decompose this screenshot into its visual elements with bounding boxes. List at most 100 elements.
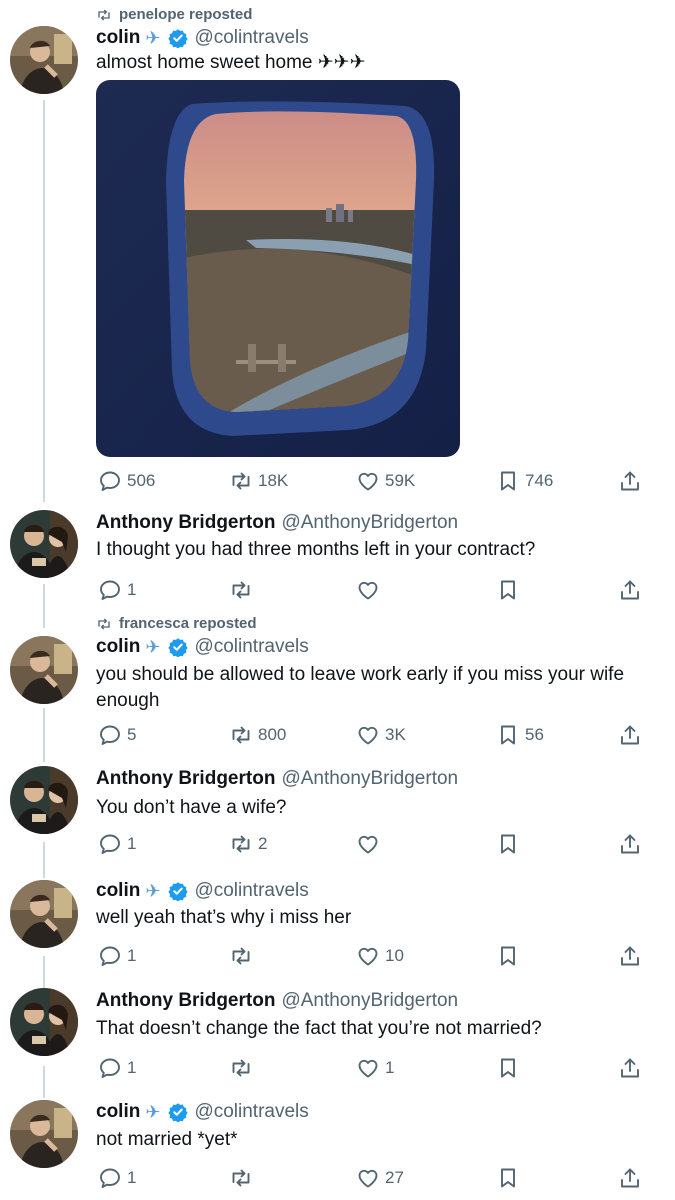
bookmark-button[interactable] bbox=[496, 577, 520, 603]
avatar[interactable] bbox=[10, 880, 78, 948]
post-text: you should be allowed to leave work earl… bbox=[96, 664, 625, 711]
share-button[interactable] bbox=[618, 577, 642, 603]
post[interactable]: francesca reposted colin ✈ @colintravels… bbox=[0, 612, 675, 762]
reply-button[interactable]: 5 bbox=[98, 722, 136, 748]
post[interactable]: colin ✈ @colintravels well yeah that’s w… bbox=[0, 876, 675, 988]
author-handle[interactable]: @colintravels bbox=[194, 1101, 308, 1123]
author-handle[interactable]: @AnthonyBridgerton bbox=[281, 512, 458, 534]
share-icon bbox=[618, 578, 642, 602]
like-count: 27 bbox=[385, 1168, 404, 1187]
reply-icon bbox=[98, 723, 122, 747]
author-name[interactable]: colin bbox=[96, 880, 140, 902]
like-button[interactable]: 59K bbox=[356, 468, 415, 494]
retweet-count: 800 bbox=[258, 725, 287, 744]
like-icon bbox=[356, 723, 380, 747]
bookmark-button[interactable] bbox=[496, 831, 520, 857]
share-button[interactable] bbox=[618, 468, 642, 494]
post[interactable]: colin ✈ @colintravels not married *yet* … bbox=[0, 1098, 675, 1200]
share-icon bbox=[618, 723, 642, 747]
retweet-button[interactable] bbox=[229, 577, 253, 603]
author-handle[interactable]: @colintravels bbox=[194, 636, 308, 658]
bookmark-icon bbox=[496, 578, 520, 602]
avatar[interactable] bbox=[10, 510, 78, 578]
like-icon bbox=[356, 1166, 380, 1190]
bookmark-button[interactable] bbox=[496, 1055, 520, 1081]
reply-count: 5 bbox=[127, 725, 137, 744]
retweet-button[interactable]: 18K bbox=[229, 468, 288, 494]
like-button[interactable] bbox=[356, 577, 380, 603]
post[interactable]: Anthony Bridgerton @AnthonyBridgerton I … bbox=[0, 502, 675, 612]
reply-button[interactable]: 1 bbox=[98, 943, 136, 969]
reply-icon bbox=[98, 469, 122, 493]
post[interactable]: Anthony Bridgerton @AnthonyBridgerton Yo… bbox=[0, 762, 675, 876]
repost-label: francesca reposted bbox=[119, 615, 257, 632]
verified-badge-icon bbox=[168, 1102, 188, 1122]
avatar[interactable] bbox=[10, 1100, 78, 1168]
author-handle[interactable]: @colintravels bbox=[194, 27, 308, 49]
retweet-button[interactable] bbox=[229, 1055, 253, 1081]
reply-count: 506 bbox=[127, 471, 156, 490]
reply-icon bbox=[98, 578, 122, 602]
post[interactable]: Anthony Bridgerton @AnthonyBridgerton Th… bbox=[0, 988, 675, 1098]
avatar[interactable] bbox=[10, 988, 78, 1056]
author-handle[interactable]: @AnthonyBridgerton bbox=[281, 990, 458, 1012]
post-image[interactable] bbox=[96, 80, 460, 457]
share-button[interactable] bbox=[618, 831, 642, 857]
share-button[interactable] bbox=[618, 1055, 642, 1081]
airplane-icon: ✈ bbox=[145, 1101, 161, 1122]
bookmark-button[interactable]: 56 bbox=[496, 722, 544, 748]
reply-button[interactable]: 1 bbox=[98, 1055, 136, 1081]
bookmark-button[interactable] bbox=[496, 1165, 520, 1191]
author-name[interactable]: colin bbox=[96, 636, 140, 658]
retweet-button[interactable] bbox=[229, 1165, 253, 1191]
reply-count: 1 bbox=[127, 834, 137, 853]
like-button[interactable] bbox=[356, 831, 380, 857]
bookmark-button[interactable] bbox=[496, 943, 520, 969]
avatar[interactable] bbox=[10, 766, 78, 834]
avatar[interactable] bbox=[10, 636, 78, 704]
reply-button[interactable]: 506 bbox=[98, 468, 155, 494]
reply-button[interactable]: 1 bbox=[98, 577, 136, 603]
retweet-icon bbox=[96, 616, 112, 632]
post[interactable]: penelope reposted colin ✈ @colintravels … bbox=[0, 0, 675, 502]
retweet-icon bbox=[229, 1056, 253, 1080]
reply-count: 1 bbox=[127, 1168, 137, 1187]
like-button[interactable]: 27 bbox=[356, 1165, 404, 1191]
reply-icon bbox=[98, 944, 122, 968]
author-name[interactable]: colin bbox=[96, 27, 140, 49]
retweet-icon bbox=[229, 1166, 253, 1190]
bookmark-icon bbox=[496, 469, 520, 493]
reply-count: 1 bbox=[127, 946, 137, 965]
share-button[interactable] bbox=[618, 943, 642, 969]
retweet-button[interactable]: 2 bbox=[229, 831, 267, 857]
like-count: 59K bbox=[385, 471, 416, 490]
share-icon bbox=[618, 944, 642, 968]
like-button[interactable]: 10 bbox=[356, 943, 404, 969]
share-icon bbox=[618, 832, 642, 856]
like-count: 1 bbox=[385, 1058, 395, 1077]
author-name[interactable]: colin bbox=[96, 1101, 140, 1123]
like-button[interactable]: 3K bbox=[356, 722, 406, 748]
like-count: 10 bbox=[385, 946, 404, 965]
share-button[interactable] bbox=[618, 722, 642, 748]
author-handle[interactable]: @AnthonyBridgerton bbox=[281, 768, 458, 790]
reply-button[interactable]: 1 bbox=[98, 1165, 136, 1191]
author-handle[interactable]: @colintravels bbox=[194, 880, 308, 902]
like-icon bbox=[356, 1056, 380, 1080]
bookmark-icon bbox=[496, 1056, 520, 1080]
author-name[interactable]: Anthony Bridgerton bbox=[96, 512, 275, 534]
retweet-icon bbox=[229, 469, 253, 493]
author-name[interactable]: Anthony Bridgerton bbox=[96, 768, 275, 790]
verified-badge-icon bbox=[168, 637, 188, 657]
reply-count: 1 bbox=[127, 580, 137, 599]
like-icon bbox=[356, 578, 380, 602]
retweet-button[interactable] bbox=[229, 943, 253, 969]
share-button[interactable] bbox=[618, 1165, 642, 1191]
avatar[interactable] bbox=[10, 26, 78, 94]
reply-button[interactable]: 1 bbox=[98, 831, 136, 857]
like-icon bbox=[356, 469, 380, 493]
like-button[interactable]: 1 bbox=[356, 1055, 394, 1081]
retweet-button[interactable]: 800 bbox=[229, 722, 286, 748]
bookmark-button[interactable]: 746 bbox=[496, 468, 553, 494]
author-name[interactable]: Anthony Bridgerton bbox=[96, 990, 275, 1012]
